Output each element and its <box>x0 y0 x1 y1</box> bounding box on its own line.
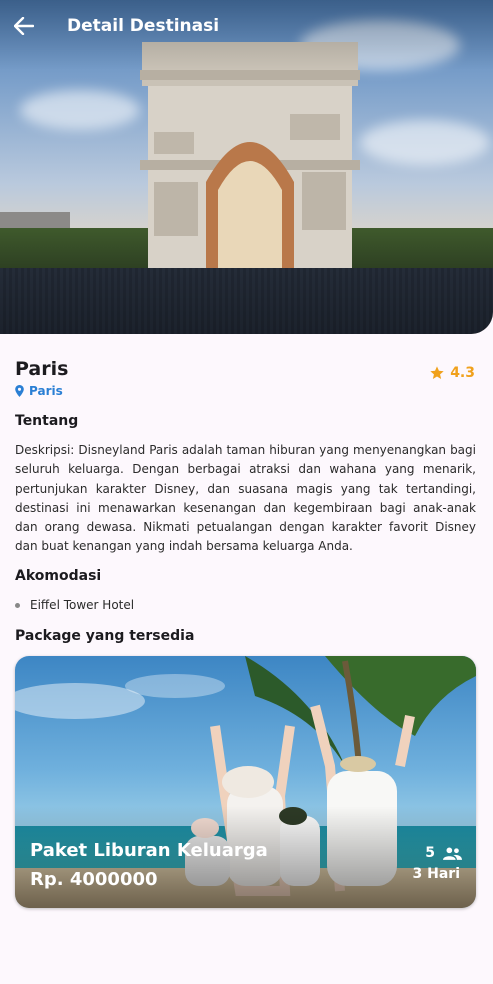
location-pin-icon <box>15 385 24 397</box>
location-label: Paris <box>29 384 63 398</box>
package-people: 5 <box>425 845 462 861</box>
about-description: Deskripsi: Disneyland Paris adalah taman… <box>15 443 476 554</box>
arrow-back-icon <box>14 17 34 35</box>
cloud <box>20 90 140 130</box>
accommodation-item-label: Eiffel Tower Hotel <box>30 598 135 612</box>
hero-image <box>0 0 493 334</box>
destination-name: Paris <box>15 358 69 380</box>
package-name: Paket Liburan Keluarga <box>30 840 268 861</box>
package-duration: 3 Hari <box>412 866 460 882</box>
package-price: Rp. 4000000 <box>30 869 158 890</box>
bullet-icon <box>15 602 20 608</box>
arc-de-triomphe <box>140 42 360 270</box>
about-title: Tentang <box>15 413 79 429</box>
accommodation-item: Eiffel Tower Hotel <box>15 598 134 612</box>
package-card[interactable]: Paket Liburan Keluarga Rp. 4000000 5 3 H… <box>15 656 476 908</box>
destination-location: Paris <box>15 384 63 398</box>
package-people-count: 5 <box>425 845 435 861</box>
rating: 4.3 <box>429 365 475 381</box>
star-icon <box>430 366 444 379</box>
packages-title: Package yang tersedia <box>15 628 195 644</box>
accommodation-title: Akomodasi <box>15 568 102 584</box>
back-button[interactable] <box>10 12 38 40</box>
group-icon <box>443 846 462 860</box>
cloud <box>360 120 490 165</box>
rating-value: 4.3 <box>450 365 475 381</box>
page-title: Detail Destinasi <box>67 16 220 36</box>
cobblestone-plaza <box>0 268 493 334</box>
